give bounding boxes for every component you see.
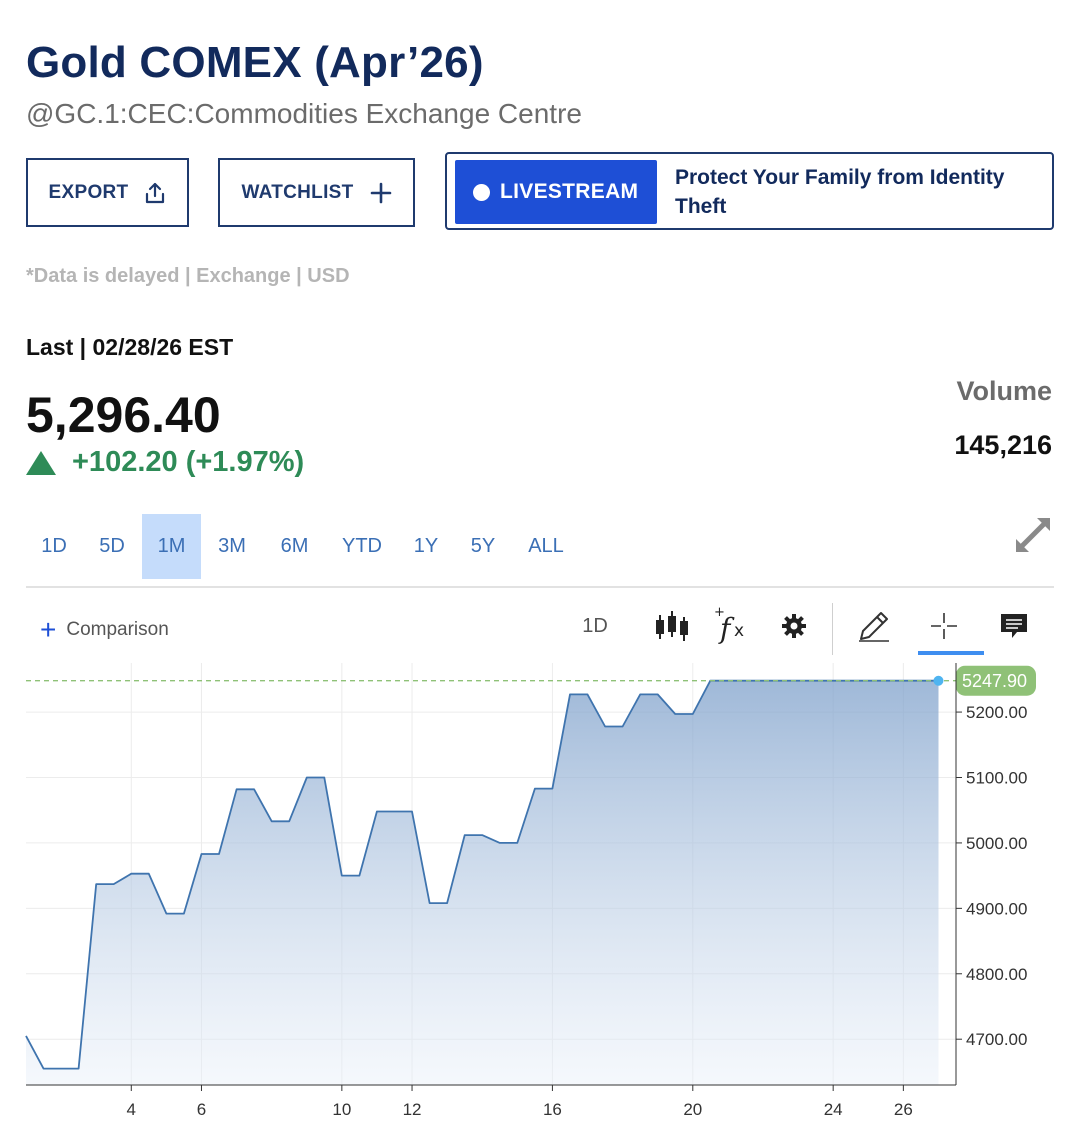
volume-value: 145,216 [954, 430, 1052, 460]
crosshair-icon[interactable] [925, 604, 963, 648]
watchlist-label: WATCHLIST [241, 181, 354, 203]
last-price: 5,296.40 [26, 387, 221, 443]
last-timestamp: Last | 02/28/26 EST [26, 334, 234, 360]
range-tab-ytd[interactable]: YTD [326, 514, 398, 579]
svg-text:x: x [734, 621, 744, 641]
page-title: Gold COMEX (Apr’26) [26, 38, 484, 87]
pencil-draw-icon[interactable] [855, 604, 893, 648]
comment-icon[interactable] [996, 604, 1032, 648]
export-label: EXPORT [48, 181, 129, 203]
export-button[interactable]: EXPORT [26, 158, 189, 227]
range-tab-3m[interactable]: 3M [201, 514, 263, 579]
x-tick-label: 26 [894, 1100, 913, 1119]
y-tick-label: 4800.00 [966, 965, 1027, 984]
function-fx-icon[interactable]: + f x [712, 604, 752, 648]
comparison-label: Comparison [66, 619, 169, 640]
y-tick-label: 5200.00 [966, 703, 1027, 722]
range-tab-1d[interactable]: 1D [26, 514, 82, 579]
symbol-subtitle: @GC.1:CEC:Commodities Exchange Centre [26, 98, 582, 129]
x-axis-ticks: 4 6 10 12 16 20 24 26 [127, 1085, 913, 1119]
watchlist-button[interactable]: WATCHLIST [218, 158, 415, 227]
range-tab-5d[interactable]: 5D [82, 514, 142, 579]
volume-label: Volume [956, 376, 1052, 406]
x-tick-label: 24 [824, 1100, 843, 1119]
settings-gear-icon[interactable] [776, 604, 812, 648]
last-price-badge-text: 5247.90 [962, 671, 1027, 691]
up-triangle-icon [26, 450, 56, 475]
price-chart[interactable]: 5247.90 4700.00 4800.00 4900.00 5000.00 5100… [0, 655, 1080, 1131]
last-price-badge: 5247.90 [956, 665, 1036, 696]
livestream-button[interactable]: LIVESTREAM [455, 160, 657, 224]
x-tick-label: 4 [127, 1100, 136, 1119]
share-upload-icon [144, 182, 166, 204]
y-tick-label: 5000.00 [966, 834, 1027, 853]
x-tick-label: 12 [403, 1100, 422, 1119]
y-tick-label: 4700.00 [966, 1030, 1027, 1049]
y-axis-ticks: 4700.00 4800.00 4900.00 5000.00 5100.00 5200.… [956, 703, 1027, 1049]
range-tab-6m[interactable]: 6M [263, 514, 326, 579]
y-tick-label: 5100.00 [966, 768, 1027, 787]
x-tick-label: 20 [683, 1100, 702, 1119]
range-tab-5y[interactable]: 5Y [454, 514, 512, 579]
range-tabs: 1D 5D 1M 3M 6M YTD 1Y 5Y ALL [26, 514, 580, 579]
data-delay-note: *Data is delayed | Exchange | USD [26, 265, 350, 287]
live-dot-icon [473, 183, 490, 201]
price-area-fill [26, 680, 939, 1085]
y-tick-label: 4900.00 [966, 899, 1027, 918]
promo-banner[interactable]: LIVESTREAM Protect Your Family from Iden… [445, 152, 1054, 230]
toolbar-separator [832, 603, 833, 655]
price-change: +102.20 (+1.97%) [26, 446, 304, 479]
interval-selector[interactable]: 1D [577, 604, 613, 648]
svg-text:f: f [718, 612, 735, 645]
expand-icon[interactable] [1010, 512, 1056, 563]
range-tab-1y[interactable]: 1Y [398, 514, 454, 579]
x-tick-label: 16 [543, 1100, 562, 1119]
promo-headline[interactable]: Protect Your Family from Identity Theft [675, 163, 1045, 221]
plus-icon: + [40, 614, 57, 645]
x-tick-label: 10 [332, 1100, 351, 1119]
x-tick-label: 6 [197, 1100, 206, 1119]
last-price-marker [933, 675, 944, 686]
livestream-label: LIVESTREAM [500, 180, 639, 203]
comparison-button[interactable]: + Comparison [40, 616, 169, 644]
divider [26, 586, 1054, 588]
range-tab-1m[interactable]: 1M [142, 514, 201, 579]
candlestick-icon[interactable] [652, 604, 692, 648]
range-tab-all[interactable]: ALL [512, 514, 580, 579]
plus-icon [370, 182, 392, 204]
change-value: +102.20 (+1.97%) [72, 446, 305, 478]
